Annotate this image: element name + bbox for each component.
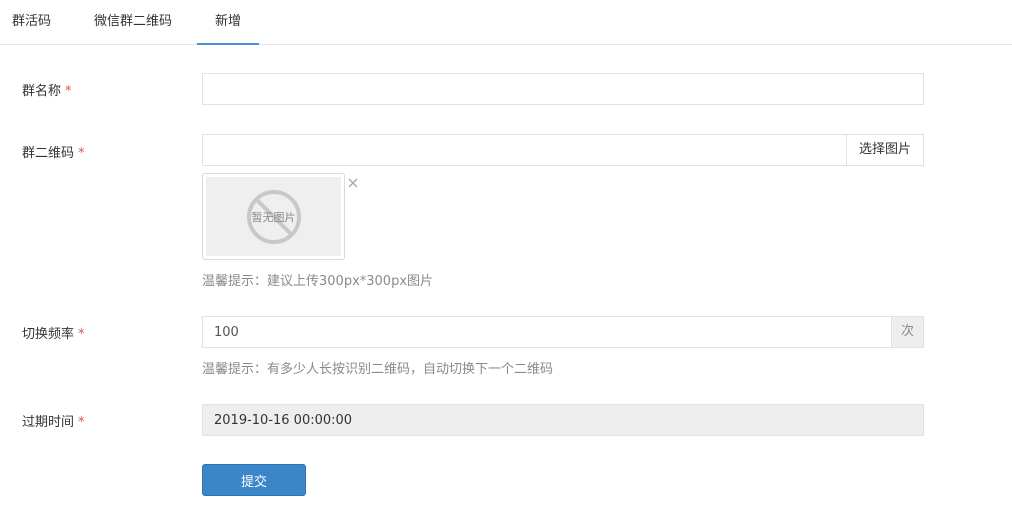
group-qrcode-label-text: 群二维码 (22, 146, 75, 161)
switch-frequency-label-text: 切换频率 (22, 327, 75, 342)
group-name-input[interactable] (202, 73, 924, 105)
required-mark: * (78, 146, 85, 161)
tab-add-new[interactable]: 新增 (196, 0, 260, 45)
frequency-hint: 温馨提示：有多少人长按识别二维码，自动切换下一个二维码 (202, 362, 554, 377)
qrcode-preview-inner: 暂无图片 (206, 177, 341, 256)
group-qrcode-label: 群二维码 * (22, 142, 85, 161)
choose-image-button[interactable]: 选择图片 (846, 134, 924, 166)
qrcode-hint: 温馨提示：建议上传300px*300px图片 (202, 274, 434, 289)
expire-time-label: 过期时间 * (22, 411, 85, 430)
submit-button[interactable]: 提交 (202, 464, 306, 496)
group-name-label-text: 群名称 (22, 84, 62, 99)
group-qrcode-path-input[interactable] (202, 134, 847, 166)
switch-frequency-input[interactable] (202, 316, 892, 348)
qrcode-preview: 暂无图片 (202, 173, 345, 260)
expire-time-label-text: 过期时间 (22, 415, 75, 430)
tab-bar: 群活码 微信群二维码 新增 (0, 0, 1012, 45)
required-mark: * (65, 84, 72, 99)
frequency-unit: 次 (891, 316, 924, 348)
required-mark: * (78, 327, 85, 342)
close-icon[interactable] (346, 176, 360, 190)
no-image-text: 暂无图片 (251, 210, 296, 224)
tab-wechat-group-qrcode[interactable]: 微信群二维码 (94, 0, 172, 44)
switch-frequency-label: 切换频率 * (22, 323, 85, 342)
tab-group-live-code[interactable]: 群活码 (12, 0, 51, 44)
expire-time-input[interactable] (202, 404, 924, 436)
required-mark: * (78, 415, 85, 430)
group-name-label: 群名称 * (22, 80, 72, 99)
